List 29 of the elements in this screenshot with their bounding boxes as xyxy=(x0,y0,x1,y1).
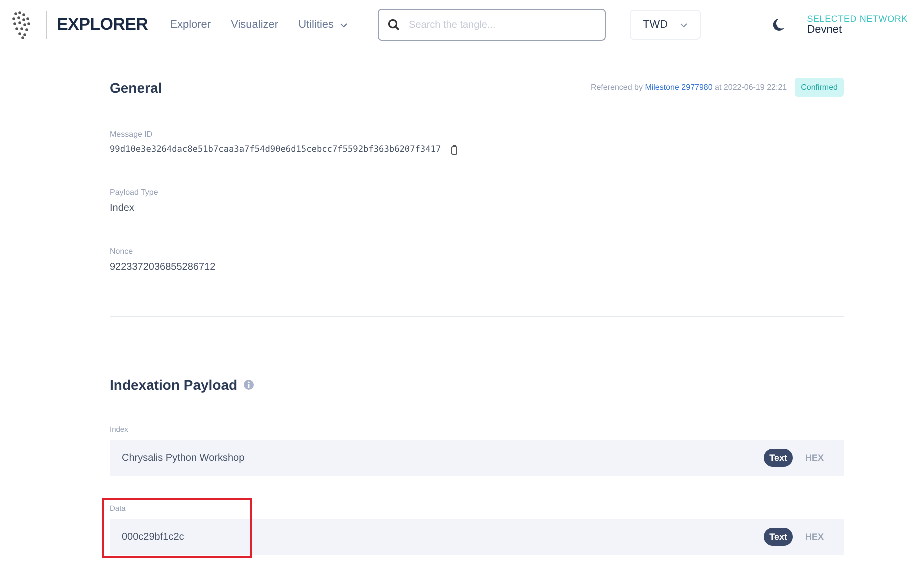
format-toggle[interactable]: HEX xyxy=(799,528,830,546)
section-title: Indexation Payload xyxy=(110,377,238,393)
network-name: Devnet xyxy=(807,24,844,36)
nav-link[interactable]: Explorer xyxy=(170,19,212,31)
moon-icon[interactable] xyxy=(773,18,786,32)
format-toggle[interactable]: Text xyxy=(764,449,794,467)
field-value: Index xyxy=(110,203,134,214)
brand-title: EXPLORER xyxy=(57,15,148,35)
nav-link[interactable]: Utilities xyxy=(298,19,348,31)
section-title: General xyxy=(110,80,162,96)
field-label: Message ID xyxy=(110,130,154,139)
field-value: Chrysalis Python Workshop xyxy=(122,452,245,464)
network-label: SELECTED NETWORK xyxy=(807,14,908,24)
caret-icon xyxy=(340,22,348,28)
reference-text: Referenced by Milestone 2977980 at 2022-06-19 22:21 xyxy=(590,83,788,92)
format-toggle[interactable]: Text xyxy=(764,528,794,546)
milestone-link[interactable]: Milestone 2977980 xyxy=(645,83,713,92)
status-badge: Confirmed xyxy=(795,78,844,97)
field-value: 000c29bf1c2c xyxy=(122,532,184,542)
caret-icon xyxy=(680,22,688,28)
field-label: Payload Type xyxy=(110,188,160,197)
currency-dropdown[interactable]: TWD xyxy=(630,10,702,40)
search-field[interactable]: Search the tangle... xyxy=(378,9,606,41)
copy-icon[interactable] xyxy=(451,145,458,155)
field-label: Nonce xyxy=(110,247,134,256)
nav-link[interactable]: Visualizer xyxy=(231,19,279,31)
format-toggle[interactable]: HEX xyxy=(799,449,830,467)
field-value: 99d10e3e3264dac8e51b7caa3a7f54d90e6d15cebcc7f5592bf363b6207f3417 xyxy=(110,145,442,155)
field-value: 9223372036855286712 xyxy=(110,262,216,273)
